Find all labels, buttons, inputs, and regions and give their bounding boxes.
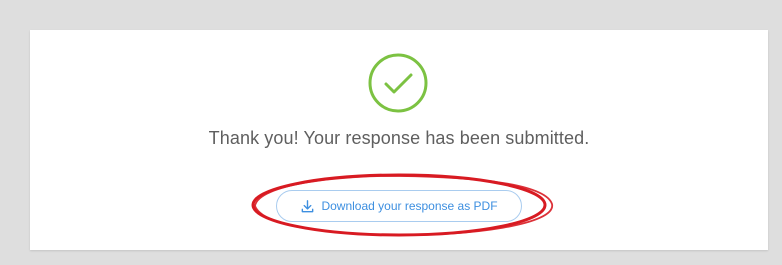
download-pdf-button[interactable]: Download your response as PDF	[276, 190, 522, 222]
download-button-label: Download your response as PDF	[321, 199, 498, 213]
confirmation-message: Thank you! Your response has been submit…	[208, 128, 590, 148]
download-icon	[302, 199, 314, 212]
check-circle-icon	[368, 53, 428, 113]
